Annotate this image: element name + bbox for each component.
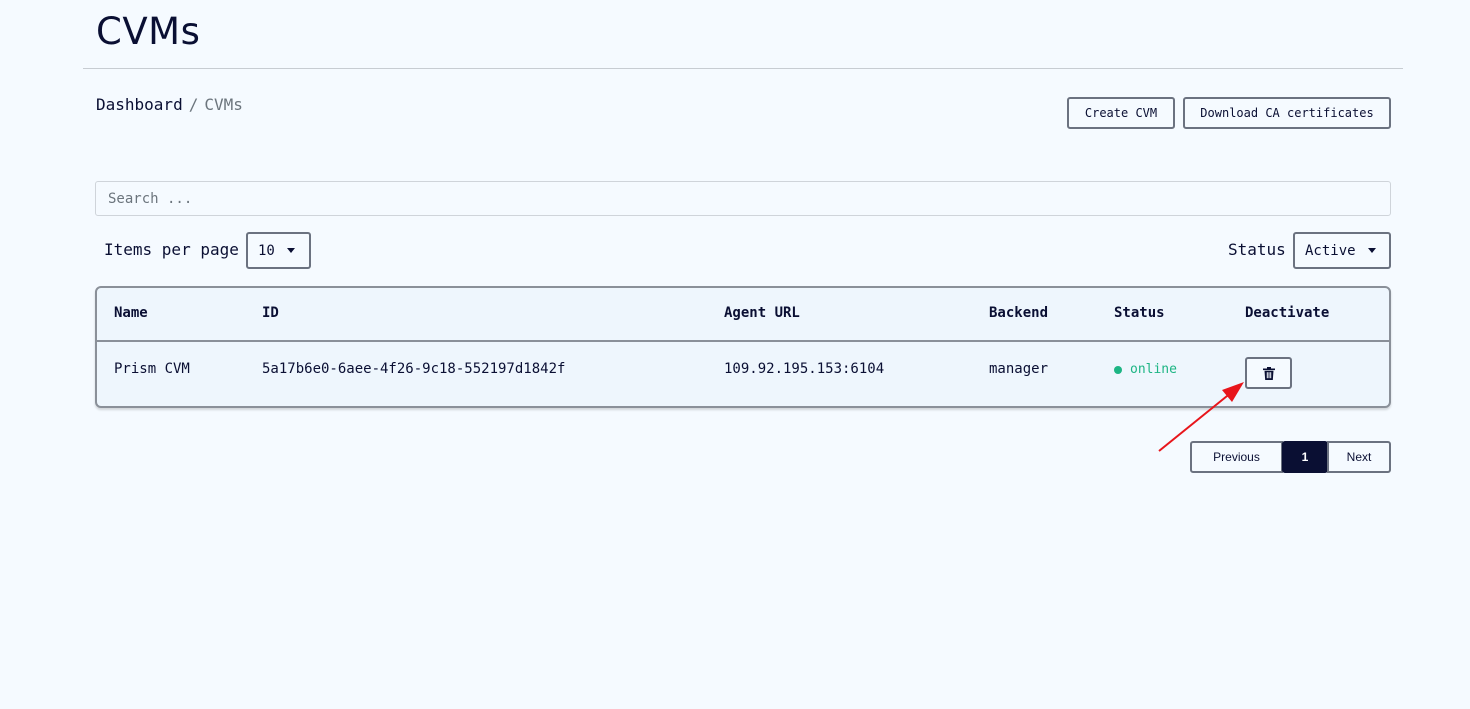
pagination-previous-button[interactable]: Previous <box>1190 441 1283 473</box>
deactivate-button[interactable] <box>1245 357 1292 389</box>
column-header-backend: Backend <box>989 305 1049 321</box>
breadcrumb-current: CVMs <box>204 95 243 114</box>
cell-agent-url: 109.92.195.153:6104 <box>724 361 885 377</box>
status-filter-value: Active <box>1305 242 1356 259</box>
column-header-name: Name <box>114 305 148 321</box>
table-row: Prism CVM 5a17b6e0-6aee-4f26-9c18-552197… <box>97 342 1389 406</box>
caret-down-icon <box>286 248 295 253</box>
page-title: CVMs <box>96 10 201 53</box>
breadcrumb: Dashboard / CVMs <box>96 95 243 114</box>
status-text: online <box>1130 362 1177 377</box>
breadcrumb-separator: / <box>188 95 199 114</box>
caret-down-icon <box>1367 248 1376 253</box>
column-header-status: Status <box>1114 305 1165 321</box>
status-badge: online <box>1114 362 1177 377</box>
column-header-deactivate: Deactivate <box>1245 305 1330 321</box>
trash-icon <box>1262 366 1275 380</box>
cvm-table: Name ID Agent URL Backend Status Deactiv… <box>95 286 1391 408</box>
search-input[interactable] <box>95 181 1391 216</box>
items-per-page-select[interactable]: 10 <box>246 232 311 269</box>
create-cvm-button[interactable]: Create CVM <box>1067 97 1175 129</box>
cell-name: Prism CVM <box>114 361 190 377</box>
cell-id: 5a17b6e0-6aee-4f26-9c18-552197d1842f <box>262 361 566 377</box>
cell-backend: manager <box>989 361 1049 377</box>
pagination-next-button[interactable]: Next <box>1327 441 1391 473</box>
status-dot-icon <box>1114 365 1122 374</box>
header-divider <box>83 68 1403 69</box>
status-filter-select[interactable]: Active <box>1293 232 1391 269</box>
breadcrumb-dashboard-link[interactable]: Dashboard <box>96 95 183 114</box>
column-header-id: ID <box>262 305 279 321</box>
download-ca-certificates-button[interactable]: Download CA certificates <box>1183 97 1391 129</box>
column-header-agent-url: Agent URL <box>724 305 800 321</box>
pagination-page-1-button[interactable]: 1 <box>1282 441 1328 473</box>
items-per-page-label: Items per page <box>104 240 239 259</box>
table-header-row: Name ID Agent URL Backend Status Deactiv… <box>97 288 1389 342</box>
status-filter-label: Status <box>1228 240 1286 259</box>
items-per-page-value: 10 <box>258 242 275 259</box>
